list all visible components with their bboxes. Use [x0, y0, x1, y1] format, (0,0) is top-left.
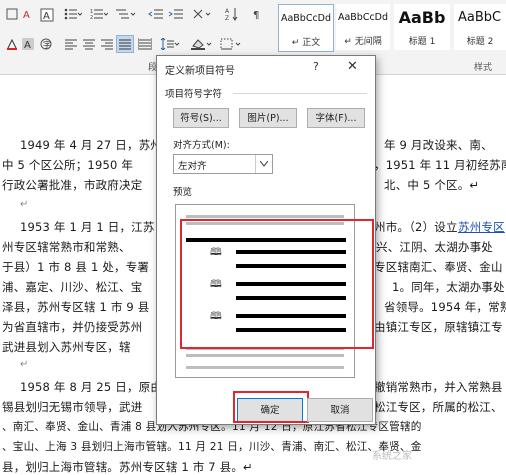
picture-button[interactable]: 图片(P)...: [239, 108, 297, 128]
alignment-select[interactable]: 左对齐: [173, 154, 273, 174]
style-heading2-sample: AaBbC: [458, 10, 502, 25]
svg-text:字: 字: [43, 40, 51, 50]
styles-gallery: AaBbCcDd ↵ 正文 AaBbCcDd ↵ 无间隔 AaBb 标题 1 A…: [276, 4, 506, 56]
bullet-char-group-label: 项目符号字符: [165, 89, 223, 100]
align-center-icon[interactable]: [82, 38, 96, 50]
multilevel-list-icon[interactable]: [116, 8, 136, 20]
borders-icon[interactable]: [220, 38, 242, 50]
justify-icon: [119, 39, 131, 50]
watermark: 系统之家: [372, 451, 412, 462]
preview-label: 预览: [173, 187, 193, 198]
font-button[interactable]: 字体(F)...: [307, 108, 365, 128]
doc-line: 中 5 个区公所；1950 年: [2, 158, 134, 172]
doc-line: 1958 年 8 月 25 日，原由: [20, 380, 163, 394]
cancel-button[interactable]: 取消: [307, 398, 373, 422]
preview-line: [186, 215, 344, 218]
doc-line: 泽县，苏州专区辖 1 市 9 县: [2, 300, 150, 314]
doc-line: 省领导。1954 年，常熟: [384, 300, 506, 314]
ok-highlight-box: [233, 391, 309, 423]
doc-line: 、宝山、上海 3 县划归上海市管辖。11 月 21 日，川沙、青浦、南汇、松江、…: [2, 441, 422, 453]
doc-line: 州市。（2）设立: [374, 220, 458, 234]
sort-icon[interactable]: AZ: [224, 6, 240, 22]
svg-text:Z: Z: [225, 15, 229, 22]
style-heading1[interactable]: AaBb 标题 1: [394, 4, 450, 50]
doc-line: 为省直辖市，并仍接受苏州: [2, 320, 143, 334]
style-heading1-name: 标题 1: [408, 37, 436, 47]
doc-line: 武进县划入苏州专区，辖: [2, 340, 131, 354]
doc-line: 北、中 5 个区。↵: [384, 178, 480, 192]
style-normal-name: ↵ 正文: [291, 38, 321, 48]
doc-link[interactable]: 苏州专区: [458, 219, 505, 235]
doc-line: 1。同年，太湖办事处: [392, 280, 505, 294]
group-divider: [233, 93, 367, 94]
doc-line: 锡县划归无锡市领导，武进: [2, 400, 143, 414]
align-right-icon[interactable]: [100, 38, 114, 50]
doc-line: 浦、嘉定、川沙、松江、宝: [2, 280, 143, 294]
preview-line: [186, 354, 344, 357]
style-normal-sample: AaBbCcDd: [280, 13, 332, 24]
doc-line: 年 9 月改设来、南、: [384, 138, 493, 152]
svg-text:A: A: [23, 10, 30, 20]
doc-line: ，1951 年 11 月初经苏南: [374, 158, 506, 172]
clear-format-icon[interactable]: A: [22, 8, 34, 20]
line-spacing-icon[interactable]: [160, 38, 180, 50]
doc-line: 兴、江阴、太湖办事处: [376, 240, 493, 254]
svg-text:A: A: [225, 8, 230, 15]
chevron-down-icon: [255, 155, 272, 173]
align-left-icon[interactable]: [64, 38, 78, 50]
increase-indent-icon[interactable]: [168, 8, 184, 20]
paragraph-mark: ↵: [20, 199, 29, 210]
paragraph-mark: ↵: [20, 359, 29, 370]
style-heading2-name: 标题 2: [466, 37, 494, 47]
font-color-icon[interactable]: [6, 38, 18, 50]
doc-line: 1949 年 4 月 27 日，苏州: [20, 138, 163, 152]
doc-line: 1953 年 1 月 1 日，江苏: [20, 220, 155, 234]
define-new-bullet-dialog: 定义新项目符号 ? ✕ 项目符号字符 符号(S)... 图片(P)... 字体(…: [156, 55, 376, 425]
svg-text:A: A: [43, 11, 50, 22]
char-border-icon[interactable]: A: [40, 8, 54, 22]
distributed-icon[interactable]: [138, 38, 152, 50]
alignment-label: 对齐方式(M):: [173, 140, 230, 151]
decrease-indent-icon[interactable]: [148, 8, 164, 20]
alignment-value: 左对齐: [178, 161, 207, 172]
style-no-spacing[interactable]: AaBbCcDd ↵ 无间隔: [336, 4, 390, 50]
doc-line: 行政公署批准，市政府决定: [2, 178, 143, 192]
doc-line: 县，划归上海市管辖。苏州专区辖 1 市 7 县。↵: [2, 460, 253, 474]
chinese-layout-icon[interactable]: [192, 8, 212, 20]
doc-line: 专区辖南汇、奉贤、金山: [374, 260, 503, 274]
doc-line: 撤销常熟市，并入常熟县: [374, 380, 503, 394]
style-heading1-sample: AaBb: [398, 8, 446, 27]
enclose-char-icon[interactable]: 字: [40, 38, 52, 50]
numbering-icon[interactable]: 12: [90, 8, 108, 20]
preview-highlight-box: [180, 219, 374, 349]
doc-line: 于县）1 市 8 县 1 处，专署: [2, 260, 150, 274]
dialog-title: 定义新项目符号: [165, 66, 235, 77]
show-marks-icon[interactable]: ¶: [252, 8, 264, 20]
format-painter-icon[interactable]: [6, 8, 18, 20]
svg-text:2: 2: [90, 15, 93, 20]
style-no-spacing-name: ↵ 无间隔: [344, 37, 382, 47]
justify-button[interactable]: [116, 35, 134, 53]
style-heading2[interactable]: AaBbC 标题 2: [454, 4, 506, 50]
svg-text:A: A: [24, 40, 31, 50]
preview-line: [186, 366, 344, 369]
shading-icon[interactable]: [190, 38, 212, 50]
symbol-button[interactable]: 符号(S)...: [173, 108, 229, 128]
styles-group-label: 样式: [474, 63, 493, 73]
style-normal[interactable]: AaBbCcDd ↵ 正文: [278, 4, 334, 52]
doc-line: 由镇江专区，原辖镇江专: [374, 320, 503, 334]
doc-line: 松江专区，所属的松江、: [374, 400, 503, 414]
bullets-icon[interactable]: [64, 8, 82, 20]
close-icon[interactable]: ✕: [347, 59, 358, 74]
style-no-spacing-sample: AaBbCcDd: [337, 12, 389, 23]
svg-text:¶: ¶: [253, 10, 259, 20]
help-button[interactable]: ?: [313, 60, 319, 73]
char-shading-icon[interactable]: A: [22, 38, 34, 50]
doc-line: 州专区辖常熟市和常熟、: [2, 240, 131, 254]
